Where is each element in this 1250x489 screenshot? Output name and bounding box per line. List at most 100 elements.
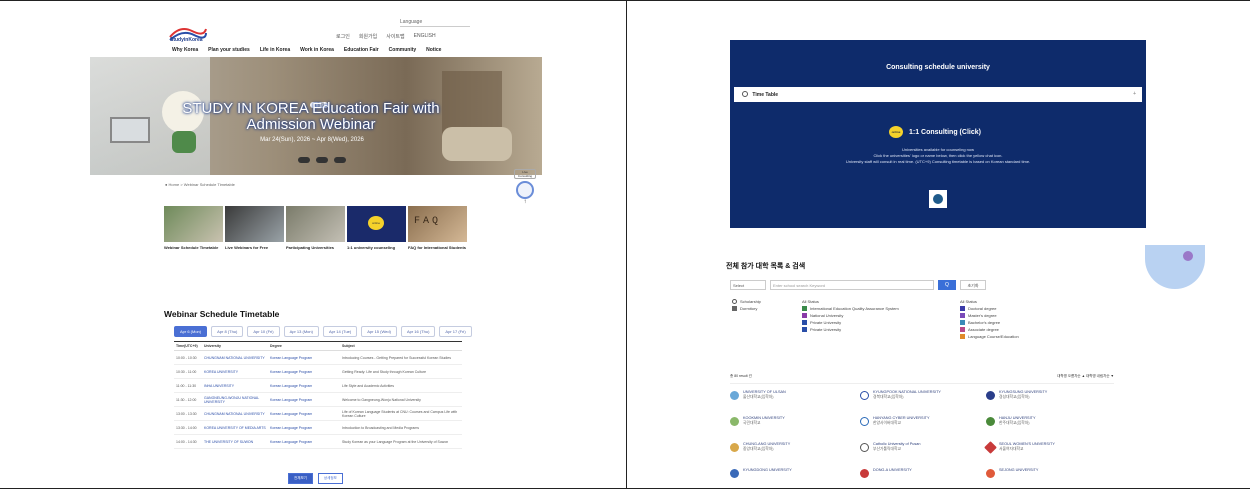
university-item[interactable]: DONG-A UNIVERSITY (860, 468, 980, 488)
cell-university[interactable]: CHUNGNAM NATIONAL UNIVERSITY (204, 412, 270, 416)
cell-university[interactable]: KOREA UNIVERSITY OF MEDIA ARTS (204, 426, 270, 430)
clock-icon (742, 91, 748, 97)
home-icon[interactable]: ● (165, 182, 167, 187)
one-to-one-consulting-button[interactable]: online 1:1 Consulting (Click) (889, 126, 981, 138)
cell-university[interactable]: KOREA UNIVERSITY (204, 370, 270, 374)
table-row[interactable]: 13:00 - 13:30 CHUNGNAM NATIONAL UNIVERSI… (174, 407, 462, 421)
card-university-counseling[interactable]: online 1:1 university counseling (347, 206, 406, 256)
filter-doctoral[interactable]: Doctoral degree (960, 305, 1019, 312)
filter-language[interactable]: Language Course/Education (960, 333, 1019, 340)
sort-options[interactable]: 대학명 오름차순 ▲ 대학명 내림차순 ▼ (1057, 374, 1114, 379)
university-item[interactable]: Catholic University of Pusan 부산가톨릭대학교 (860, 442, 980, 462)
nav-education-fair[interactable]: Education Fair (344, 47, 379, 53)
consulting-chat-icon[interactable] (516, 181, 534, 199)
filter-all-status[interactable]: All Status (802, 298, 899, 305)
language-select[interactable]: Language (400, 19, 470, 27)
filter-associate[interactable]: Associate degree (960, 326, 1019, 333)
scroll-top-icon[interactable]: ↑ (514, 199, 536, 205)
slider-prev-button[interactable] (298, 157, 310, 163)
university-logo-icon (933, 194, 943, 204)
dormitory-icon (732, 306, 737, 311)
card-participating-universities[interactable]: Participating Universities (286, 206, 345, 256)
nav-notice[interactable]: Notice (426, 47, 441, 53)
nav-plan-your-studies[interactable]: Plan your studies (208, 47, 250, 53)
search-category-select[interactable]: Select (730, 280, 766, 290)
date-tab-apr13[interactable]: Apr 13 (Mon) (283, 326, 319, 337)
slider-next-button[interactable] (334, 157, 346, 163)
nav-why-korea[interactable]: Why Korea (172, 47, 198, 53)
table-row[interactable]: 10:00 - 10:30 CHUNGNAM NATIONAL UNIVERSI… (174, 351, 462, 365)
university-item[interactable]: HANJU UNIVERSITY 한주대학교(입학처) (986, 416, 1106, 436)
cell-degree: Korean Language Program (270, 369, 313, 374)
cell-university[interactable]: CHUNGNAM NATIONAL UNIVERSITY (204, 356, 270, 360)
cell-time: 13:00 - 13:30 (176, 411, 197, 416)
util-link-language[interactable]: ENGLISH (414, 33, 436, 40)
card-webinar-schedule[interactable]: Webinar Schedule Timetable (164, 206, 223, 256)
filter-ieqas[interactable]: International Education Quality Assuranc… (802, 305, 899, 312)
table-row[interactable]: 10:30 - 11:00 KOREA UNIVERSITY Korean La… (174, 365, 462, 379)
table-row[interactable]: 13:30 - 14:00 KOREA UNIVERSITY OF MEDIA … (174, 421, 462, 435)
accordion-toggle-icon[interactable]: + (1133, 91, 1136, 97)
table-row[interactable]: 11:30 - 12:00 GANGNEUNG-WONJU NATIONAL U… (174, 393, 462, 407)
date-tab-apr15[interactable]: Apr 15 (Wed) (361, 326, 397, 337)
header-degree: Degree (270, 344, 282, 348)
university-item[interactable]: HANYANG CYBER UNIVERSITY 한양사이버대학교 (860, 416, 980, 436)
filter-degree-all[interactable]: All Status (960, 298, 1019, 305)
table-header: Time(UTC+9) University Degree Subject (174, 341, 462, 351)
university-item[interactable]: UNIVERSITY OF ULSAN 울산대학교(입학처) (730, 390, 850, 410)
reset-button[interactable]: 초기화 (960, 280, 986, 290)
date-tab-apr8[interactable]: Apr 8 (Thu) (211, 326, 244, 337)
cell-university[interactable]: INHA UNIVERSITY (204, 384, 270, 388)
filter-dormitory[interactable]: Dormitory (732, 305, 761, 312)
cell-degree: Korean Language Program (270, 397, 313, 402)
date-tab-apr6[interactable]: Apr 6 (Mon) (174, 326, 208, 337)
util-link-sitemap[interactable]: 사이트맵 (386, 33, 404, 40)
cell-university[interactable]: GANGNEUNG-WONJU NATIONAL UNIVERSITY (204, 396, 270, 404)
university-item[interactable]: CHUNG-ANG UNIVERSITY 중앙대학교(입학처) (730, 442, 850, 462)
section-title: Webinar Schedule Timetable (164, 309, 279, 319)
filter-private-2[interactable]: Private University (802, 326, 899, 333)
university-item[interactable]: SEOUL WOMEN'S UNIVERSITY 서울여자대학교 (984, 441, 1106, 462)
consulting-button-label: 1:1 Consulting (Click) (909, 128, 981, 136)
date-tab-apr17[interactable]: Apr 17 (Fri) (439, 326, 472, 337)
table-row[interactable]: 11:00 - 11:30 INHA UNIVERSITY Korean Lan… (174, 379, 462, 393)
live-consulting-label: Live Consulting (514, 169, 536, 179)
filter-national[interactable]: National University (802, 312, 899, 319)
university-item[interactable]: SEJONG UNIVERSITY (986, 468, 1106, 488)
university-logo-icon (730, 417, 739, 426)
university-logo-icon (860, 417, 869, 426)
private-icon (802, 327, 807, 332)
util-link-login[interactable]: 로그인 (336, 33, 350, 40)
view-all-button[interactable]: 전체보기 (288, 473, 313, 484)
decorative-blob-shape (1145, 245, 1205, 289)
search-input[interactable]: Enter school search Keyword (770, 280, 934, 290)
filter-scholarship[interactable]: Scholarship (732, 298, 761, 305)
university-item[interactable]: KYUNGDONG UNIVERSITY (730, 468, 850, 488)
card-thumb-faq-image: FAQ (408, 206, 467, 242)
card-faq[interactable]: FAQ FAQ for International Students (408, 206, 467, 256)
timetable-accordion[interactable]: Time Table + (734, 87, 1142, 102)
filter-private[interactable]: Private University (802, 319, 899, 326)
date-tab-apr16[interactable]: Apr 16 (Thu) (400, 326, 436, 337)
cell-university[interactable]: THE UNIVERSITY OF SUWON (204, 440, 270, 444)
nav-work-in-korea[interactable]: Work in Korea (300, 47, 334, 53)
util-link-signup[interactable]: 회원가입 (359, 33, 377, 40)
filter-bachelors[interactable]: Bachelor's degree (960, 319, 1019, 326)
detail-button[interactable]: 상세정보 (317, 473, 343, 484)
university-logo-button[interactable] (929, 190, 947, 208)
university-item[interactable]: KYUNGSUNG UNIVERSITY 경성대학교(입학처) (986, 390, 1106, 410)
slider-pause-button[interactable] (316, 157, 328, 163)
university-item[interactable]: KYUNGPOOK NATIONAL UNIVERSITY 경북대학교(입학처) (860, 390, 980, 410)
card-live-webinars[interactable]: Live Webinars for Free (225, 206, 284, 256)
date-tab-apr10[interactable]: Apr 10 (Fri) (247, 326, 280, 337)
table-row[interactable]: 14:00 - 14:30 THE UNIVERSITY OF SUWON Ko… (174, 435, 462, 449)
university-item[interactable]: KOOKMIN UNIVERSITY 국민대학교 (730, 416, 850, 436)
card-thumb-clock-image (164, 206, 223, 242)
nav-life-in-korea[interactable]: Life in Korea (260, 47, 290, 53)
date-tab-apr14[interactable]: Apr 14 (Tue) (322, 326, 358, 337)
university-name-kr: 한주대학교(입학처) (999, 421, 1030, 425)
nav-community[interactable]: Community (389, 47, 417, 53)
search-button[interactable]: Q (938, 280, 956, 290)
filter-masters[interactable]: Master's degree (960, 312, 1019, 319)
live-consulting-widget[interactable]: Live Consulting ↑ (514, 169, 536, 205)
